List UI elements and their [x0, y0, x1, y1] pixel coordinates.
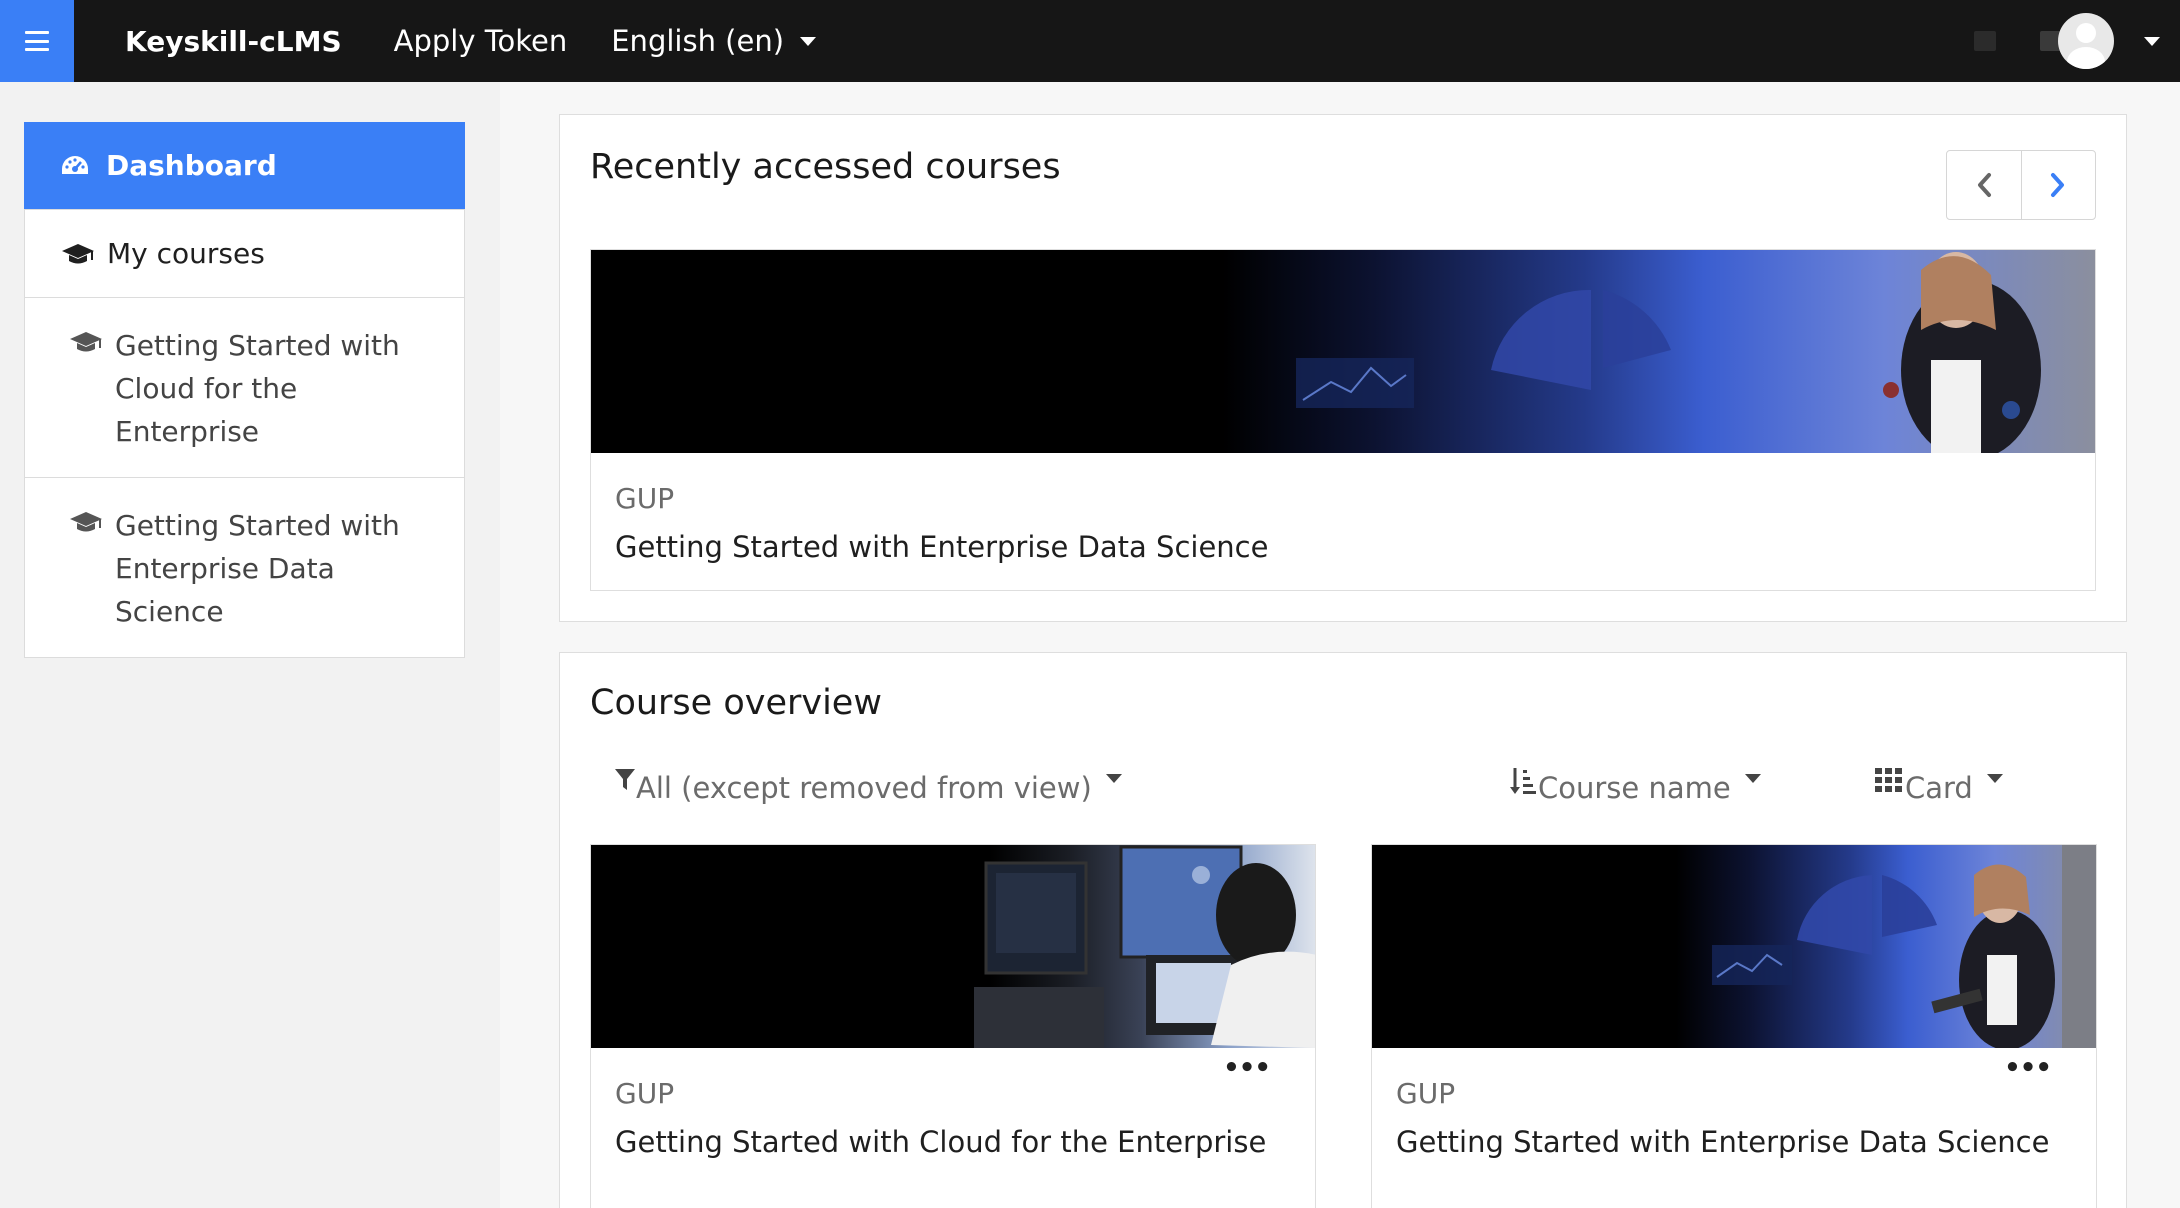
sort-label: Course name	[1538, 771, 1731, 805]
sidebar-item-label: Getting Started with Cloud for the Enter…	[115, 324, 444, 453]
course-name-link[interactable]: Getting Started with Cloud for the Enter…	[615, 1125, 1266, 1159]
language-label: English ‎(en)‎	[611, 24, 785, 58]
menu-icon	[25, 31, 49, 51]
sidebar-item-data-science-course[interactable]: Getting Started with Enterprise Data Sci…	[25, 478, 464, 657]
course-name-link[interactable]: Getting Started with Enterprise Data Sci…	[615, 530, 1268, 564]
graduation-cap-icon	[69, 330, 105, 354]
recent-courses-title: Recently accessed courses	[590, 147, 1061, 187]
main-content: Recently accessed courses GUP Getting St…	[500, 82, 2180, 1208]
course-card[interactable]: ••• GUP Getting Started with Cloud for t…	[590, 844, 1316, 1208]
sort-icon	[1510, 768, 1536, 794]
next-button[interactable]	[2020, 151, 2096, 219]
course-image[interactable]	[591, 250, 2095, 453]
apply-token-link[interactable]: Apply Token	[394, 24, 568, 58]
chevron-down-icon	[800, 36, 817, 46]
graduation-cap-icon	[69, 510, 105, 534]
course-menu-button[interactable]: •••	[1223, 1053, 1271, 1083]
sidebar-item-label: Getting Started with Enterprise Data Sci…	[115, 504, 444, 633]
grouping-filter-dropdown[interactable]: All (except removed from view)	[614, 769, 1122, 805]
course-name-link[interactable]: Getting Started with Enterprise Data Sci…	[1396, 1125, 2049, 1159]
sidebar-item-label-line2: Cloud for the Enterprise	[115, 372, 298, 448]
top-navbar: Keyskill-cLMS Apply Token English ‎(en)‎	[0, 0, 2180, 82]
chevron-left-icon	[1977, 173, 1991, 197]
sidebar-item-label: My courses	[107, 237, 265, 270]
site-brand[interactable]: Keyskill-cLMS	[125, 25, 342, 58]
course-category: GUP	[615, 1077, 675, 1110]
language-menu[interactable]: English ‎(en)‎	[611, 24, 817, 58]
recently-accessed-block: Recently accessed courses GUP Getting St…	[559, 114, 2127, 622]
sidebar-item-cloud-course[interactable]: Getting Started with Cloud for the Enter…	[25, 298, 464, 478]
course-image[interactable]	[1372, 845, 2096, 1048]
view-label: Card	[1905, 771, 1973, 805]
sidebar-item-my-courses[interactable]: My courses	[25, 210, 464, 298]
sort-dropdown[interactable]: Course name	[1510, 768, 1761, 805]
course-menu-button[interactable]: •••	[2004, 1053, 2052, 1083]
chevron-down-icon	[1744, 773, 1761, 783]
sidebar-item-label-line1: Getting Started with	[115, 329, 400, 362]
graduation-cap-icon	[61, 242, 97, 266]
user-nav	[1974, 0, 2180, 82]
user-menu-caret-icon[interactable]	[2144, 36, 2160, 46]
course-overview-title: Course overview	[590, 683, 882, 723]
sidebar-item-label-line1: Getting Started with	[115, 509, 400, 542]
sidebar-nav: Dashboard My courses Getting Started wit…	[24, 122, 465, 658]
filter-icon	[615, 769, 635, 790]
recent-course-card[interactable]: GUP Getting Started with Enterprise Data…	[590, 249, 2096, 591]
sidebar-item-label-line2: Enterprise Data Science	[115, 552, 335, 628]
menu-toggle-button[interactable]	[0, 0, 74, 82]
course-category: GUP	[1396, 1077, 1456, 1110]
view-dropdown[interactable]: Card	[1875, 768, 2003, 805]
recent-pager	[1946, 150, 2096, 220]
chevron-right-icon	[2051, 173, 2065, 197]
notification-icon[interactable]	[1974, 31, 1996, 51]
previous-button[interactable]	[1947, 151, 2021, 219]
course-image[interactable]	[591, 845, 1315, 1048]
course-category: GUP	[615, 482, 675, 515]
grid-icon	[1875, 768, 1902, 792]
chevron-down-icon	[1105, 773, 1122, 783]
dashboard-icon	[60, 154, 96, 178]
course-overview-block: Course overview All (except removed from…	[559, 652, 2127, 1208]
course-card[interactable]: ••• GUP Getting Started with Enterprise …	[1371, 844, 2097, 1208]
sidebar-item-label: Dashboard	[106, 149, 277, 182]
filter-label: All (except removed from view)	[636, 771, 1092, 805]
avatar[interactable]	[2058, 13, 2114, 69]
sidebar-item-dashboard[interactable]: Dashboard	[24, 122, 465, 210]
chevron-down-icon	[1986, 773, 2003, 783]
